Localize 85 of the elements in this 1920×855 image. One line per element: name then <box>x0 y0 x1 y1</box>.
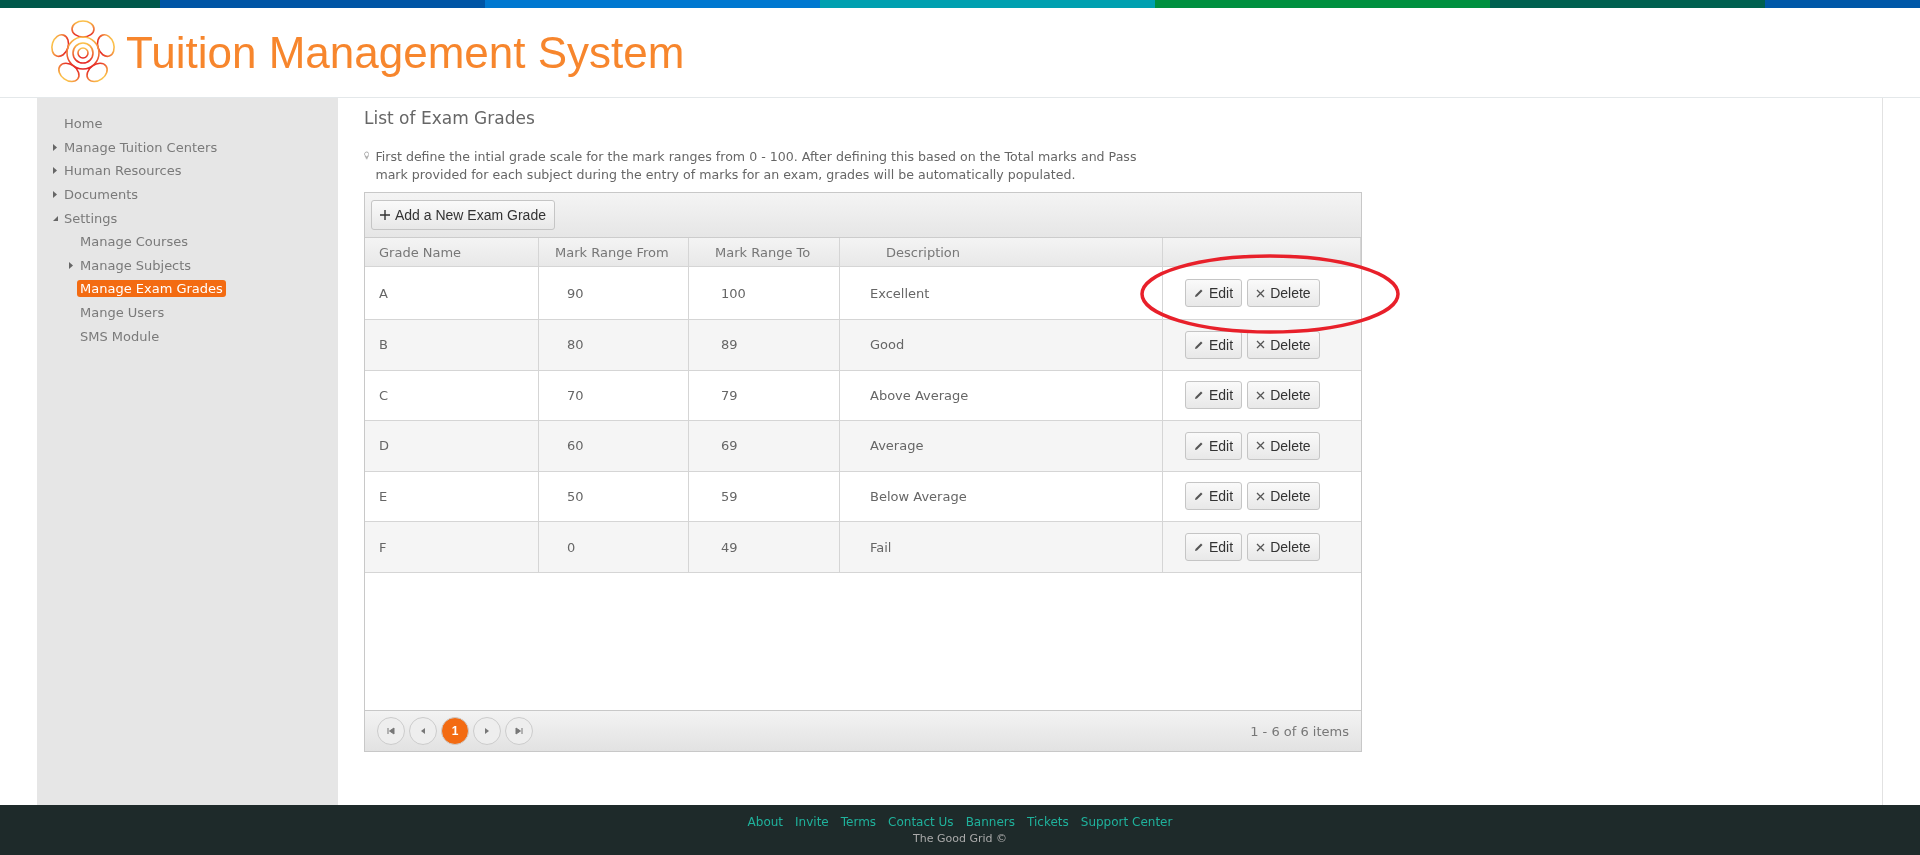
table-cell: Average <box>840 421 1163 471</box>
footer-link[interactable]: Support Center <box>1080 815 1173 829</box>
table-cell: F <box>365 522 539 572</box>
column-header[interactable]: Mark Range To <box>689 238 840 266</box>
sidebar-item[interactable]: Home <box>61 115 106 133</box>
footer-link[interactable]: Contact Us <box>888 815 954 829</box>
pencil-icon <box>1194 491 1204 502</box>
sidebar-item[interactable]: SMS Module <box>77 327 163 345</box>
delete-button[interactable]: Delete <box>1247 533 1320 561</box>
copyright-text: The Good Grid © <box>913 832 1007 845</box>
column-header[interactable]: Grade Name <box>365 238 539 266</box>
delete-button[interactable]: Delete <box>1247 482 1320 511</box>
table-cell: 80 <box>539 320 689 370</box>
items-summary: 1 - 6 of 6 items <box>1250 723 1349 739</box>
edit-button[interactable]: Edit <box>1185 482 1243 511</box>
pencil-icon <box>1194 440 1204 451</box>
pencil-icon <box>1194 390 1204 401</box>
sidebar-item[interactable]: Manage Courses <box>77 233 191 251</box>
footer-link[interactable]: Terms <box>840 815 877 829</box>
app-title: Tuition Management System <box>126 27 685 78</box>
table-cell: 100 <box>689 267 840 319</box>
table-cell: 79 <box>689 370 840 420</box>
page-button[interactable]: 1 <box>441 717 469 745</box>
collapse-triangle-icon[interactable] <box>52 214 58 222</box>
sidebar-item[interactable]: Settings <box>61 209 121 227</box>
pencil-icon <box>1194 542 1204 552</box>
table-cell: 59 <box>689 471 840 521</box>
expand-triangle-icon[interactable] <box>52 191 58 199</box>
table-cell: A <box>365 267 539 319</box>
sidebar-item[interactable]: Manage Subjects <box>77 256 195 274</box>
table-cell: C <box>365 370 539 420</box>
delete-button[interactable]: Delete <box>1247 381 1320 410</box>
add-grade-button[interactable]: Add a New Exam Grade <box>371 200 555 230</box>
table-cell: Fail <box>840 522 1163 572</box>
table-cell: 89 <box>689 320 840 370</box>
close-icon <box>1256 542 1266 552</box>
table-cell: B <box>365 320 539 370</box>
expand-triangle-icon[interactable] <box>52 143 58 151</box>
sidebar-item[interactable]: Manage Tuition Centers <box>61 138 221 156</box>
table-cell: Below Average <box>840 471 1163 521</box>
footer-link[interactable]: About <box>747 815 784 829</box>
edit-button[interactable]: Edit <box>1185 279 1243 307</box>
previous-page-icon <box>420 727 426 735</box>
pencil-icon <box>1194 339 1204 350</box>
last-page-icon <box>515 727 523 735</box>
page-title: List of Exam Grades <box>364 108 536 128</box>
footer-link[interactable]: Banners <box>965 815 1015 829</box>
table-cell: Good <box>840 320 1163 370</box>
footer-link[interactable]: Tickets <box>1027 815 1069 829</box>
column-header[interactable]: Mark Range From <box>539 238 689 266</box>
table-cell: 69 <box>689 421 840 471</box>
edit-button[interactable]: Edit <box>1185 330 1243 359</box>
table-cell: 60 <box>539 421 689 471</box>
edit-button[interactable]: Edit <box>1185 533 1243 561</box>
table-cell: 49 <box>689 522 840 572</box>
table-cell: 50 <box>539 471 689 521</box>
sidebar-item[interactable]: Human Resources <box>61 162 185 180</box>
edit-button[interactable]: Edit <box>1185 381 1243 410</box>
expand-triangle-icon[interactable] <box>68 261 74 269</box>
delete-button[interactable]: Delete <box>1247 279 1320 307</box>
close-icon <box>1256 441 1266 451</box>
delete-button[interactable]: Delete <box>1247 431 1320 460</box>
pencil-icon <box>1194 288 1204 298</box>
close-icon <box>1256 390 1266 400</box>
next-page-icon <box>484 727 490 735</box>
footer-link[interactable]: Invite <box>795 815 829 829</box>
close-icon <box>1256 491 1266 501</box>
table-cell: D <box>365 421 539 471</box>
column-header[interactable]: Description <box>840 238 1163 266</box>
close-icon <box>1256 288 1266 298</box>
edit-button[interactable]: Edit <box>1185 431 1243 460</box>
table-cell: E <box>365 471 539 521</box>
table-cell: 70 <box>539 370 689 420</box>
table-cell: 0 <box>539 522 689 572</box>
plus-icon <box>380 210 390 220</box>
close-icon <box>1256 340 1266 350</box>
sidebar-item[interactable]: Documents <box>61 186 142 204</box>
table-cell: Above Average <box>840 370 1163 420</box>
first-page-icon <box>387 727 395 735</box>
expand-triangle-icon[interactable] <box>52 167 58 175</box>
hint-text: First define the intial grade scale for the mark ranges from 0 - 100. After defining this based on the Total marks and Pass mark provided for each subject during the entry of marks for an exam, grades will be automatically populated. <box>375 148 1138 184</box>
table-cell: Excellent <box>840 267 1163 319</box>
sidebar-item[interactable]: Mange Users <box>77 304 168 322</box>
sidebar-item[interactable]: Manage Exam Grades <box>77 280 226 298</box>
table-cell: 90 <box>539 267 689 319</box>
